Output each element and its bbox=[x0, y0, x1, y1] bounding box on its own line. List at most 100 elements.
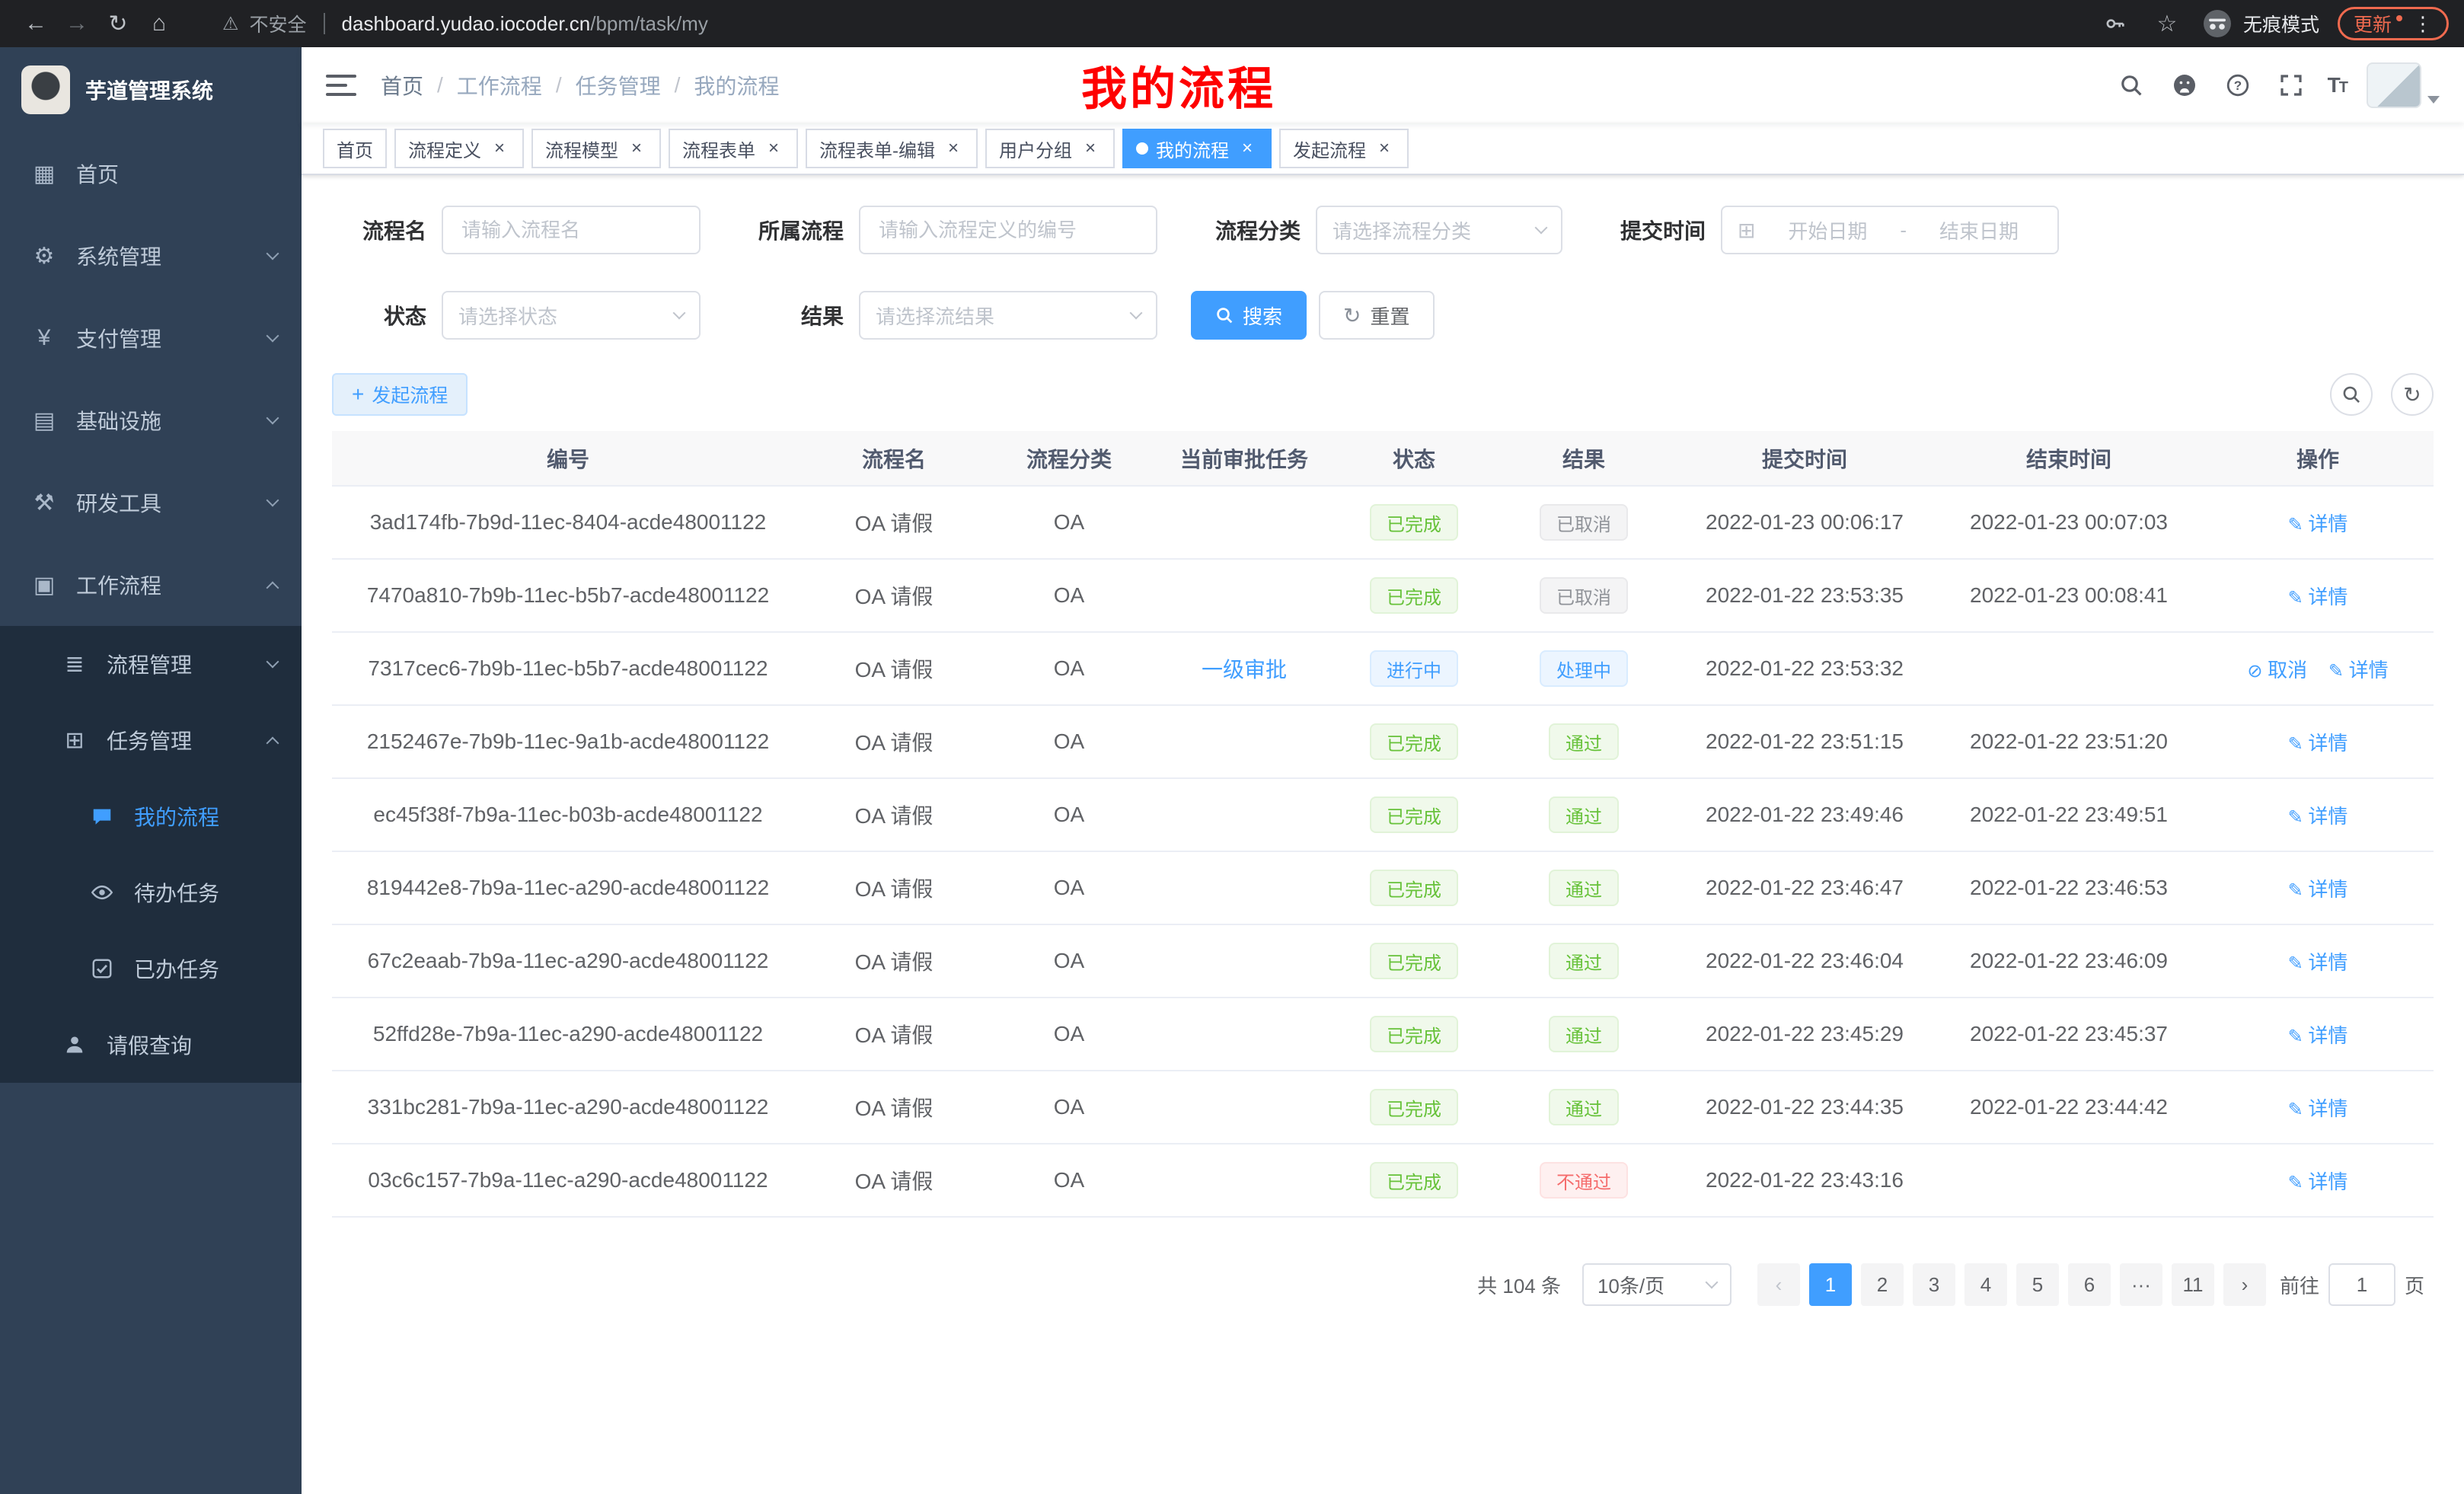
breadcrumb-item[interactable]: 首页 bbox=[381, 70, 423, 101]
view-tab[interactable]: 用户分组 × bbox=[985, 129, 1115, 168]
tab-close-icon[interactable]: × bbox=[489, 138, 510, 159]
sidebar-item-task-mgmt[interactable]: ⊞ 任务管理 bbox=[0, 702, 302, 778]
tab-close-icon[interactable]: × bbox=[1237, 138, 1258, 159]
tab-close-icon[interactable]: × bbox=[1374, 138, 1395, 159]
help-icon[interactable]: ? bbox=[2221, 69, 2255, 102]
fullscreen-icon[interactable] bbox=[2274, 69, 2308, 102]
view-tab[interactable]: 发起流程 × bbox=[1279, 129, 1409, 168]
view-tab[interactable]: 我的流程 × bbox=[1122, 129, 1272, 168]
url-text[interactable]: dashboard.yudao.iocoder.cn/bpm/task/my bbox=[342, 12, 708, 36]
detail-action-link[interactable]: 详情 bbox=[2328, 659, 2389, 682]
tab-close-icon[interactable]: × bbox=[943, 138, 964, 159]
sidebar-item-home[interactable]: ▦ 首页 bbox=[0, 132, 302, 215]
password-key-icon[interactable] bbox=[2099, 3, 2132, 44]
tab-close-icon[interactable]: × bbox=[626, 138, 647, 159]
sidebar-item-done-tasks[interactable]: 已办任务 bbox=[0, 931, 302, 1007]
current-task-link[interactable]: 一级审批 bbox=[1202, 658, 1287, 682]
cell-process-id: 3ad174fb-7b9d-11ec-8404-acde48001122 bbox=[332, 486, 804, 559]
cell-process-id: 331bc281-7b9a-11ec-a290-acde48001122 bbox=[332, 1071, 804, 1144]
view-tab[interactable]: 流程表单-编辑 × bbox=[806, 129, 978, 168]
status-tag: 已完成 bbox=[1370, 943, 1458, 979]
tab-close-icon[interactable]: × bbox=[763, 138, 784, 159]
view-tab[interactable]: 首页 bbox=[323, 129, 387, 168]
process-name-input[interactable] bbox=[442, 206, 701, 254]
page-button[interactable]: ··· bbox=[2120, 1263, 2162, 1306]
reload-icon[interactable]: ↻ bbox=[97, 3, 139, 44]
start-date-placeholder[interactable]: 开始日期 bbox=[1764, 216, 1891, 244]
chevron-down-icon bbox=[1130, 307, 1143, 320]
search-icon[interactable] bbox=[2115, 69, 2148, 102]
sidebar-item-dev-tools[interactable]: ⚒ 研发工具 bbox=[0, 461, 302, 544]
page-button[interactable]: 2 bbox=[1861, 1263, 1904, 1306]
end-date-placeholder[interactable]: 结束日期 bbox=[1916, 216, 2042, 244]
avatar[interactable] bbox=[2367, 62, 2421, 108]
refresh-table-button[interactable]: ↻ bbox=[2391, 373, 2434, 416]
github-icon[interactable] bbox=[2168, 69, 2201, 102]
page-button[interactable]: 5 bbox=[2016, 1263, 2059, 1306]
cancel-action-link[interactable]: 取消 bbox=[2247, 659, 2307, 682]
detail-action-link[interactable]: 详情 bbox=[2288, 1170, 2348, 1193]
search-icon bbox=[1215, 306, 1234, 324]
create-process-button[interactable]: + 发起流程 bbox=[332, 373, 468, 416]
sidebar-item-leave-query[interactable]: 请假查询 bbox=[0, 1007, 302, 1083]
address-bar[interactable]: ⚠ 不安全 dashboard.yudao.iocoder.cn/bpm/tas… bbox=[222, 10, 708, 37]
detail-action-link[interactable]: 详情 bbox=[2288, 1097, 2348, 1120]
goto-page-input[interactable] bbox=[2328, 1263, 2395, 1306]
sidebar-item-todo-tasks[interactable]: 待办任务 bbox=[0, 854, 302, 931]
category-select[interactable]: 请选择流程分类 bbox=[1316, 206, 1562, 254]
detail-action-link[interactable]: 详情 bbox=[2288, 878, 2348, 901]
cell-process-id: 03c6c157-7b9a-11ec-a290-acde48001122 bbox=[332, 1144, 804, 1217]
page-size-select[interactable]: 10条/页 bbox=[1582, 1263, 1732, 1306]
show-search-button[interactable] bbox=[2330, 373, 2373, 416]
breadcrumb-item[interactable]: 任务管理 bbox=[576, 70, 661, 101]
page-button[interactable]: 6 bbox=[2068, 1263, 2111, 1306]
breadcrumb-item[interactable]: 工作流程 bbox=[457, 70, 542, 101]
cell-end-time: 2022-01-22 23:51:20 bbox=[1936, 705, 2202, 778]
home-icon[interactable]: ⌂ bbox=[139, 3, 180, 44]
status-select[interactable]: 请选择状态 bbox=[442, 291, 701, 340]
detail-action-link[interactable]: 详情 bbox=[2288, 586, 2348, 608]
sidebar-item-system[interactable]: ⚙ 系统管理 bbox=[0, 215, 302, 297]
owner-process-input[interactable] bbox=[859, 206, 1157, 254]
browser-menu-icon[interactable]: ⋮ bbox=[2413, 12, 2433, 36]
sidebar-item-process-mgmt[interactable]: ≣ 流程管理 bbox=[0, 626, 302, 702]
prev-page-button[interactable]: ‹ bbox=[1757, 1263, 1800, 1306]
submit-time-range-picker[interactable]: ⊞ 开始日期 - 结束日期 bbox=[1721, 206, 2059, 254]
sidebar-item-workflow[interactable]: ▣ 工作流程 bbox=[0, 544, 302, 626]
tab-close-icon[interactable]: × bbox=[1080, 138, 1101, 159]
page-button[interactable]: 4 bbox=[1964, 1263, 2007, 1306]
page-button[interactable]: 11 bbox=[2172, 1263, 2214, 1306]
view-tab[interactable]: 流程表单 × bbox=[669, 129, 798, 168]
view-tab[interactable]: 流程模型 × bbox=[531, 129, 661, 168]
view-tab[interactable]: 流程定义 × bbox=[394, 129, 524, 168]
sidebar-item-payment[interactable]: ¥ 支付管理 bbox=[0, 297, 302, 379]
search-button[interactable]: 搜索 bbox=[1191, 291, 1307, 340]
detail-action-link[interactable]: 详情 bbox=[2288, 805, 2348, 828]
page-button[interactable]: 1 bbox=[1809, 1263, 1852, 1306]
detail-action-link[interactable]: 详情 bbox=[2288, 512, 2348, 535]
detail-action-link[interactable]: 详情 bbox=[2288, 951, 2348, 974]
bookmark-star-icon[interactable]: ☆ bbox=[2150, 3, 2184, 44]
reset-button[interactable]: ↻ 重置 bbox=[1319, 291, 1434, 340]
forward-icon[interactable]: → bbox=[56, 3, 97, 44]
user-menu[interactable] bbox=[2367, 62, 2440, 108]
incognito-icon bbox=[2202, 8, 2233, 39]
detail-action-link[interactable]: 详情 bbox=[2288, 1024, 2348, 1047]
result-select[interactable]: 请选择流结果 bbox=[859, 291, 1157, 340]
font-size-icon[interactable]: TT bbox=[2328, 73, 2347, 97]
sidebar-item-my-process[interactable]: 我的流程 bbox=[0, 778, 302, 854]
update-dot bbox=[2396, 15, 2402, 21]
incognito-badge: 无痕模式 bbox=[2202, 8, 2319, 39]
security-label[interactable]: 不安全 bbox=[250, 10, 307, 37]
next-page-button[interactable]: › bbox=[2223, 1263, 2266, 1306]
back-icon[interactable]: ← bbox=[15, 3, 56, 44]
hamburger-icon[interactable] bbox=[326, 75, 356, 96]
app-logo-row[interactable]: 芋道管理系统 bbox=[0, 47, 302, 132]
toolbar-row: + 发起流程 ↻ bbox=[332, 373, 2434, 416]
detail-action-link[interactable]: 详情 bbox=[2288, 732, 2348, 755]
sidebar-item-infrastructure[interactable]: ▤ 基础设施 bbox=[0, 379, 302, 461]
browser-update-button[interactable]: 更新 ⋮ bbox=[2338, 7, 2449, 40]
table-row: 3ad174fb-7b9d-11ec-8404-acde48001122 OA … bbox=[332, 486, 2434, 559]
page-button[interactable]: 3 bbox=[1913, 1263, 1955, 1306]
sidebar-item-label: 待办任务 bbox=[134, 877, 277, 908]
